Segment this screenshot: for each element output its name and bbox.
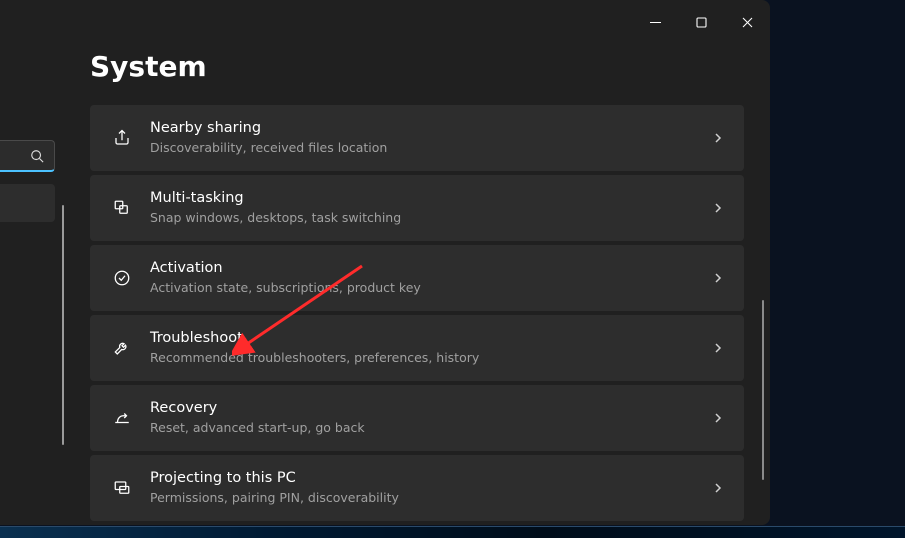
row-subtitle: Reset, advanced start-up, go back <box>150 420 712 437</box>
row-title: Multi-tasking <box>150 189 712 209</box>
search-input[interactable] <box>0 140 55 172</box>
settings-window: System Nearby sharing Discoverability, r… <box>0 0 770 525</box>
chevron-right-icon <box>712 269 724 288</box>
sidebar-sliver <box>0 140 55 222</box>
row-subtitle: Activation state, subscriptions, product… <box>150 280 712 297</box>
row-title: Recovery <box>150 399 712 419</box>
row-recovery[interactable]: Recovery Reset, advanced start-up, go ba… <box>90 385 744 451</box>
content-area: System Nearby sharing Discoverability, r… <box>90 50 770 525</box>
chevron-right-icon <box>712 339 724 358</box>
chevron-right-icon <box>712 409 724 428</box>
row-text: Activation Activation state, subscriptio… <box>150 259 712 297</box>
row-text: Recovery Reset, advanced start-up, go ba… <box>150 399 712 437</box>
maximize-button[interactable] <box>678 8 724 36</box>
row-subtitle: Discoverability, received files location <box>150 140 712 157</box>
chevron-right-icon <box>712 129 724 148</box>
close-button[interactable] <box>724 8 770 36</box>
row-subtitle: Recommended troubleshooters, preferences… <box>150 350 712 367</box>
page-title: System <box>90 50 744 83</box>
window-titlebar <box>0 0 770 36</box>
chevron-right-icon <box>712 199 724 218</box>
row-subtitle: Permissions, pairing PIN, discoverabilit… <box>150 490 712 507</box>
row-title: Troubleshoot <box>150 329 712 349</box>
row-subtitle: Snap windows, desktops, task switching <box>150 210 712 227</box>
row-title: Activation <box>150 259 712 279</box>
multitask-icon <box>108 199 136 217</box>
row-text: Multi-tasking Snap windows, desktops, ta… <box>150 189 712 227</box>
share-icon <box>108 129 136 147</box>
activation-icon <box>108 269 136 287</box>
row-activation[interactable]: Activation Activation state, subscriptio… <box>90 245 744 311</box>
row-projecting[interactable]: Projecting to this PC Permissions, pairi… <box>90 455 744 521</box>
recovery-icon <box>108 409 136 427</box>
search-icon <box>30 149 44 163</box>
minimize-icon <box>650 17 661 28</box>
wrench-icon <box>108 339 136 357</box>
close-icon <box>742 17 753 28</box>
taskbar-edge <box>0 526 905 538</box>
row-multi-tasking[interactable]: Multi-tasking Snap windows, desktops, ta… <box>90 175 744 241</box>
sidebar-item-selected[interactable] <box>0 184 55 222</box>
row-text: Troubleshoot Recommended troubleshooters… <box>150 329 712 367</box>
row-text: Projecting to this PC Permissions, pairi… <box>150 469 712 507</box>
settings-list: Nearby sharing Discoverability, received… <box>90 105 744 521</box>
row-title: Nearby sharing <box>150 119 712 139</box>
row-troubleshoot[interactable]: Troubleshoot Recommended troubleshooters… <box>90 315 744 381</box>
chevron-right-icon <box>712 479 724 498</box>
row-nearby-sharing[interactable]: Nearby sharing Discoverability, received… <box>90 105 744 171</box>
minimize-button[interactable] <box>632 8 678 36</box>
maximize-icon <box>696 17 707 28</box>
project-icon <box>108 479 136 497</box>
row-text: Nearby sharing Discoverability, received… <box>150 119 712 157</box>
row-title: Projecting to this PC <box>150 469 712 489</box>
scrollbar-left[interactable] <box>62 205 64 445</box>
